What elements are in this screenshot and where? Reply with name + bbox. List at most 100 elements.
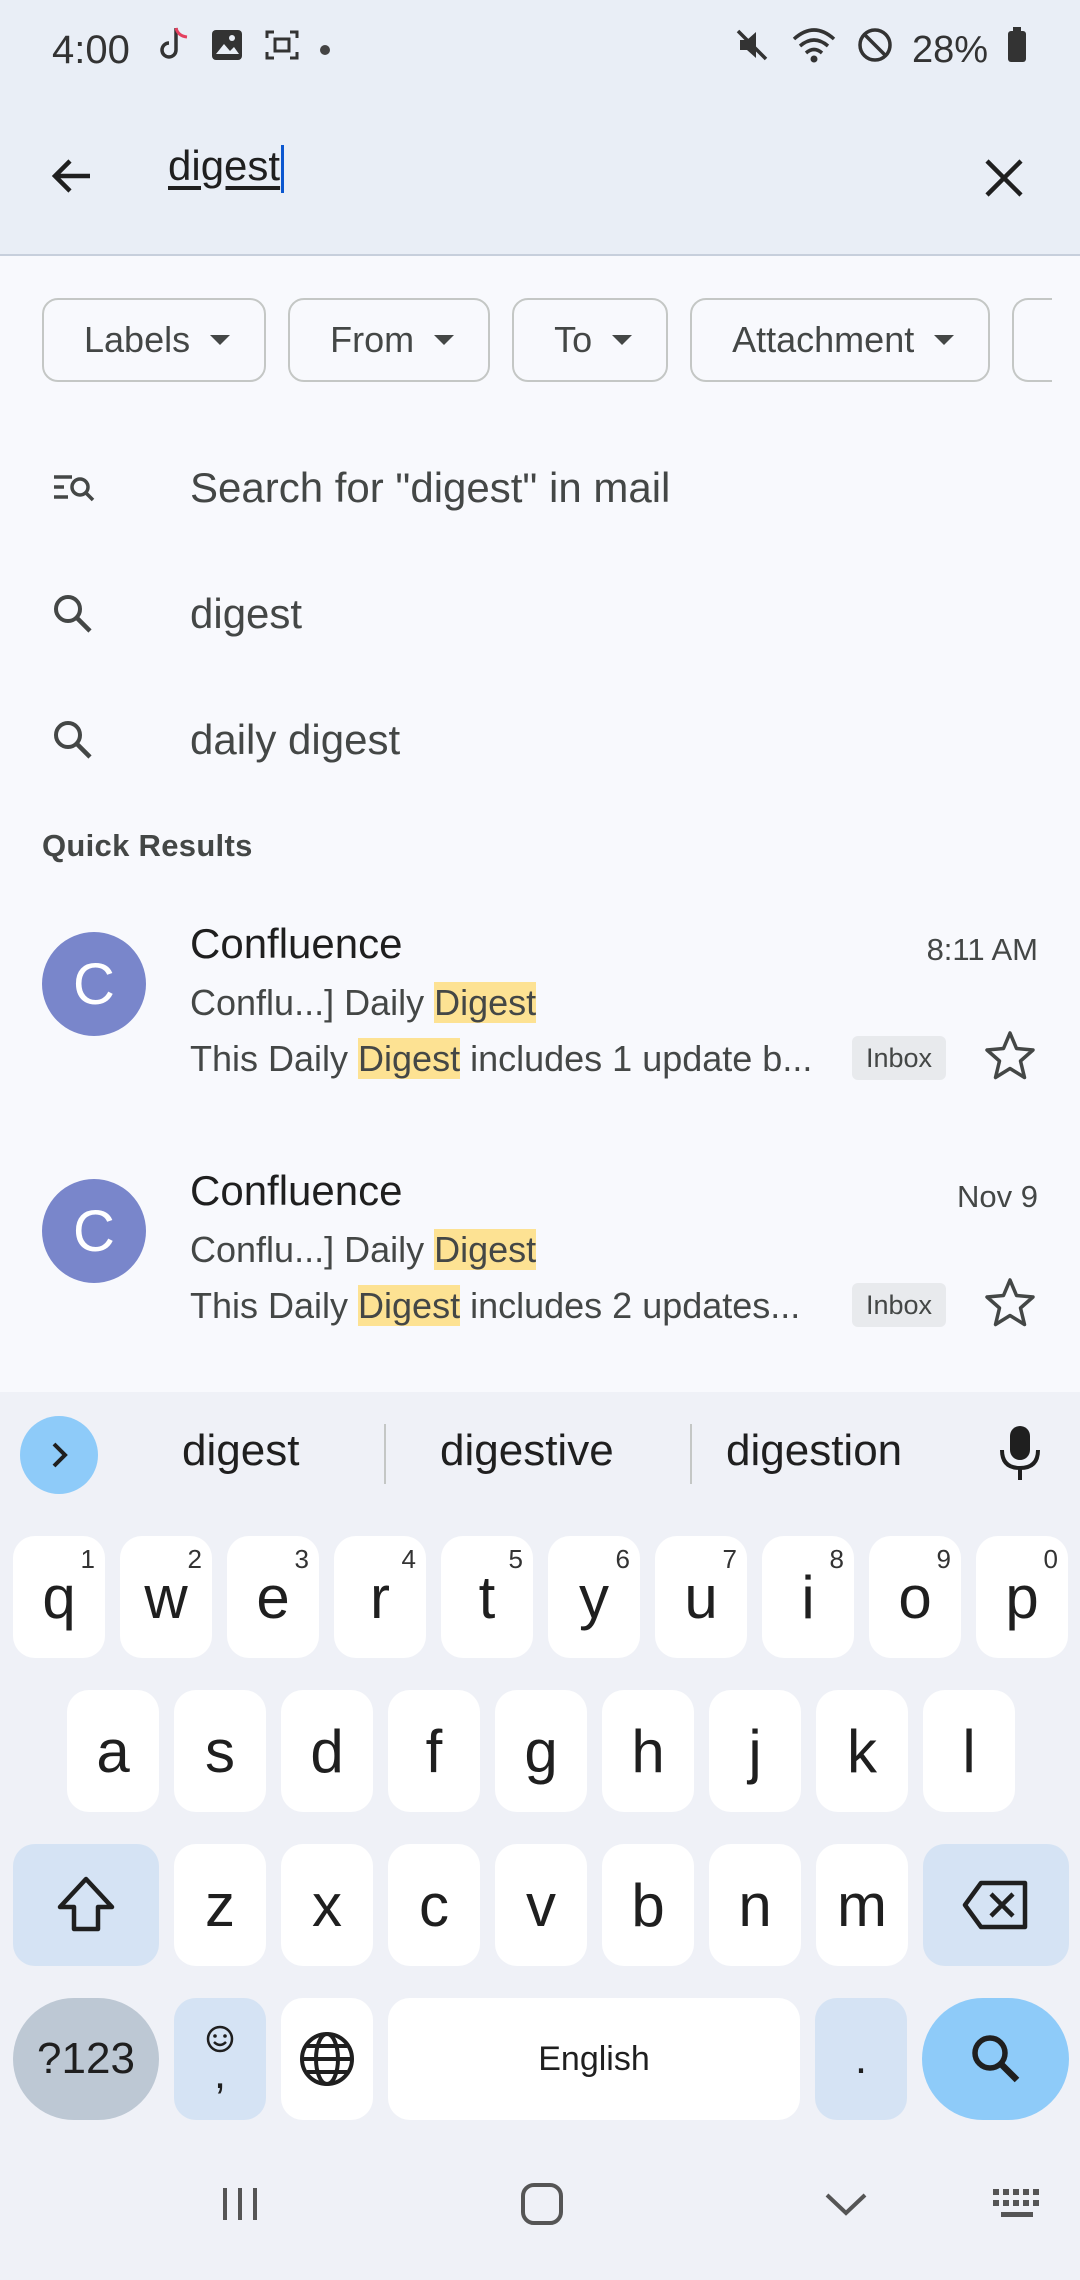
chip-label: To: [554, 319, 593, 360]
tiktok-icon: [156, 26, 190, 74]
filter-chip-to[interactable]: To: [512, 298, 669, 382]
suggestion-divider: [690, 1424, 692, 1484]
filter-chips: Labels From To Attachment: [42, 298, 1053, 382]
hide-keyboard-button[interactable]: [806, 2168, 886, 2240]
key-x[interactable]: x: [281, 1844, 373, 1966]
key-c[interactable]: c: [388, 1844, 480, 1966]
arrow-back-icon: [51, 159, 90, 193]
suggestion-digest[interactable]: digest: [0, 554, 1080, 674]
result-sender: Confluence: [190, 920, 403, 967]
language-key[interactable]: [281, 1998, 373, 2120]
mic-icon[interactable]: [994, 1422, 1046, 1486]
key-b[interactable]: b: [602, 1844, 694, 1966]
star-icon[interactable]: [982, 1275, 1038, 1331]
key-w[interactable]: w2: [120, 1536, 212, 1658]
chip-label: From: [330, 319, 415, 360]
search-icon: [50, 717, 96, 763]
search-highlight: Digest: [358, 1285, 461, 1326]
shift-key[interactable]: [13, 1844, 159, 1966]
key-r[interactable]: r4: [334, 1536, 426, 1658]
key-e[interactable]: e3: [227, 1536, 319, 1658]
key-y[interactable]: y6: [548, 1536, 640, 1658]
space-key[interactable]: English: [388, 1998, 800, 2120]
backspace-icon: [962, 1880, 1028, 1930]
chip-label: Attachment: [732, 319, 915, 360]
search-icon: [971, 2035, 1019, 2083]
search-key[interactable]: [922, 1998, 1069, 2120]
filter-chip-attachment[interactable]: Attachment: [690, 298, 991, 382]
search-icon: [50, 591, 96, 637]
key-m[interactable]: m: [816, 1844, 908, 1966]
backspace-key[interactable]: [923, 1844, 1069, 1966]
key-s[interactable]: s: [174, 1690, 266, 1812]
keyboard-suggestion-bar: digest digestive digestion: [0, 1392, 1080, 1516]
quick-result-item[interactable]: C Confluence Nov 9 Conflu...] Daily Dige…: [0, 1167, 1080, 1397]
dropdown-arrow-icon: [434, 335, 455, 345]
star-icon[interactable]: [982, 1028, 1038, 1084]
word-suggestion[interactable]: digestion: [726, 1426, 902, 1476]
word-suggestion[interactable]: digest: [182, 1426, 299, 1476]
key-t[interactable]: t5: [441, 1536, 533, 1658]
key-d[interactable]: d: [281, 1690, 373, 1812]
key-z[interactable]: z: [174, 1844, 266, 1966]
dropdown-arrow-icon: [934, 335, 955, 345]
shift-icon: [57, 1876, 115, 1932]
search-query: digest: [168, 142, 281, 189]
period-key[interactable]: .: [815, 1998, 907, 2120]
avatar: C: [42, 1179, 146, 1283]
status-bar: 4:00 28%: [0, 0, 1080, 100]
result-time: 8:11 AM: [926, 932, 1038, 967]
search-input[interactable]: digest: [168, 142, 285, 193]
dropdown-arrow-icon: [612, 335, 633, 345]
on-screen-keyboard: digest digestive digestion q1 w2 e3 r4 t…: [0, 1392, 1080, 2128]
clear-search-button[interactable]: [968, 142, 1040, 214]
key-v[interactable]: v: [495, 1844, 587, 1966]
suggestion-text: Search for "digest" in mail: [190, 464, 671, 511]
system-navigation-bar: [0, 2128, 1080, 2280]
filter-chip-from[interactable]: From: [288, 298, 491, 382]
suggestion-text: digest: [190, 590, 303, 637]
back-button[interactable]: [36, 140, 108, 212]
filter-chip-labels[interactable]: Labels: [42, 298, 267, 382]
globe-icon: [300, 2032, 354, 2086]
chevron-right-icon: [52, 1442, 68, 1468]
keyboard-toolbar-toggle[interactable]: [20, 1416, 98, 1494]
keyboard-icon: [993, 2189, 1039, 2217]
close-icon: [985, 159, 1023, 197]
result-subject: Conflu...] Daily Digest: [190, 1229, 537, 1270]
word-suggestion[interactable]: digestive: [440, 1426, 614, 1476]
key-n[interactable]: n: [709, 1844, 801, 1966]
key-j[interactable]: j: [709, 1690, 801, 1812]
key-h[interactable]: h: [602, 1690, 694, 1812]
suggestion-search-in-mail[interactable]: Search for "digest" in mail: [0, 428, 1080, 548]
key-i[interactable]: i8: [762, 1536, 854, 1658]
key-f[interactable]: f: [388, 1690, 480, 1812]
result-snippet: This Daily Digest includes 1 update b...: [190, 1038, 813, 1079]
filter-chip-more[interactable]: [1012, 298, 1053, 382]
key-q[interactable]: q1: [13, 1536, 105, 1658]
key-o[interactable]: o9: [869, 1536, 961, 1658]
wifi-icon: [790, 25, 838, 75]
key-l[interactable]: l: [923, 1690, 1015, 1812]
symbols-key[interactable]: ?123: [13, 1998, 159, 2120]
mute-icon: [732, 25, 772, 75]
key-g[interactable]: g: [495, 1690, 587, 1812]
suggestion-divider: [384, 1424, 386, 1484]
suggestion-daily-digest[interactable]: daily digest: [0, 680, 1080, 800]
result-time: Nov 9: [957, 1179, 1038, 1214]
search-header: digest: [0, 100, 1080, 256]
key-a[interactable]: a: [67, 1690, 159, 1812]
key-p[interactable]: p0: [976, 1536, 1068, 1658]
battery-icon: [1006, 26, 1028, 74]
battery-percent: 28%: [911, 28, 988, 71]
emoji-comma-key[interactable]: ,: [174, 1998, 266, 2120]
home-button[interactable]: [502, 2168, 582, 2240]
home-icon: [521, 2183, 563, 2225]
key-k[interactable]: k: [816, 1690, 908, 1812]
recent-apps-button[interactable]: [200, 2168, 280, 2240]
keyboard-switch-button[interactable]: [978, 2168, 1058, 2240]
key-u[interactable]: u7: [655, 1536, 747, 1658]
result-subject: Conflu...] Daily Digest: [190, 982, 537, 1023]
quick-result-item[interactable]: C Confluence 8:11 AM Conflu...] Daily Di…: [0, 920, 1080, 1150]
notification-dot: [319, 45, 330, 55]
